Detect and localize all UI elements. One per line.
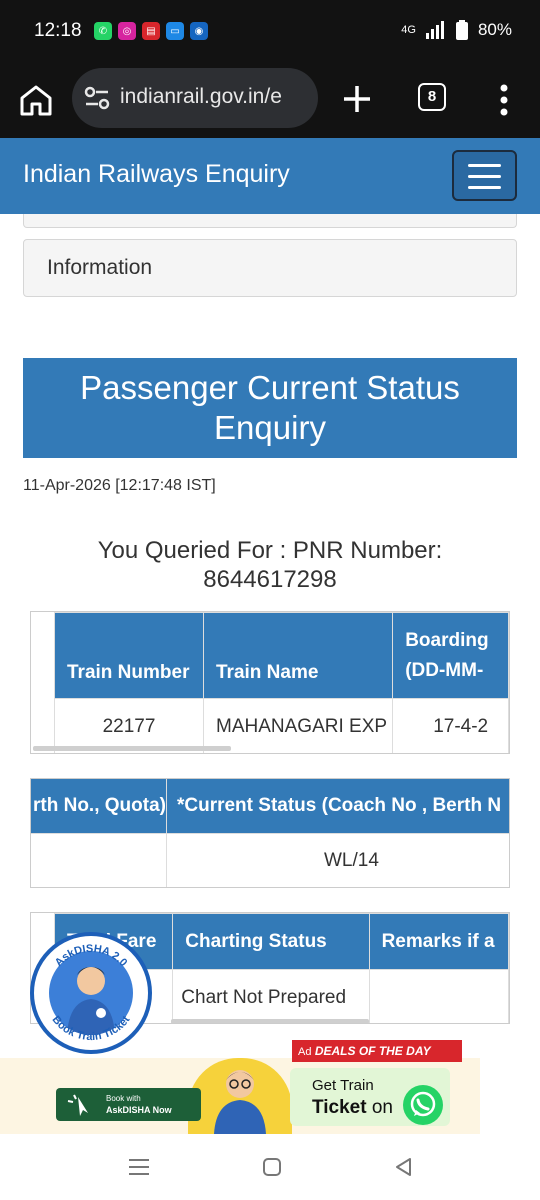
pnr-number: 8644617298 [203,566,337,593]
hamburger-line [468,164,501,167]
status-bar: 12:18 ✆ ◎ ▤ ▭ ◉ 4G 80% [0,0,540,62]
header-remarks: Remarks if a [368,913,509,970]
svg-text:AskDISHA 2.0: AskDISHA 2.0 [53,943,130,969]
header-booking-status: rth No., Quota) [31,779,167,834]
collapsed-panel [23,214,517,228]
home-nav-icon[interactable] [262,1157,282,1177]
network-label: 4G [401,24,416,36]
cell-remarks [368,969,509,1023]
header-boarding-date: Boarding (DD-MM- [392,612,509,699]
menu-toggle-button[interactable] [452,150,517,201]
askdisha-top-text: AskDISHA 2.0 [53,943,130,969]
whatsapp-icon [403,1085,443,1125]
cell-booking-status [31,833,167,887]
battery-level: 80% [477,20,512,39]
deals-label: DEALS OF THE DAY [314,1044,431,1058]
home-icon[interactable] [18,82,54,118]
get-line2-bold: Ticket [312,1097,367,1118]
site-brand[interactable]: Indian Railways Enquiry [23,160,290,189]
train-table[interactable]: Train Number Train Name Boarding (DD-MM-… [30,611,510,754]
deals-of-the-day-ribbon: Ad DEALS OF THE DAY [292,1040,462,1062]
page-title-line1: Passenger Current Status [80,369,460,406]
query-label: You Queried For : PNR Number: [97,537,443,564]
header-current-status: *Current Status (Coach No , Berth N [165,779,509,834]
recent-apps-icon[interactable] [128,1158,150,1176]
back-nav-icon[interactable] [394,1157,414,1177]
more-menu-icon[interactable] [494,80,514,120]
signal-icon [425,21,444,39]
cell-boarding-date: 17-4-2 [392,698,509,753]
header-boarding-line1: Boarding [405,629,489,651]
header-boarding-line2: (DD-MM- [405,659,484,681]
book-line1: Book with [106,1094,141,1103]
query-timestamp: 11-Apr-2026 [12:17:48 IST] [23,477,216,494]
tab-switcher-button[interactable]: 8 [418,83,446,111]
askdisha-bottom-text: Book Train Ticket [50,1014,133,1043]
information-panel[interactable]: Information [23,239,517,297]
site-settings-icon[interactable] [84,86,110,110]
table-row: WL/14 [31,833,509,887]
horizontal-scrollbar[interactable] [171,1019,369,1023]
cell-current-status: WL/14 [165,833,509,887]
url-text[interactable]: indianrail.gov.in/e [120,85,310,109]
information-label: Information [47,256,153,279]
page-title-line2: Enquiry [214,409,326,446]
system-navigation-bar [0,1134,540,1200]
ad-banner[interactable]: Book with AskDISHA Now Get Train Ticket … [0,1058,480,1134]
book-with-askdisha-button[interactable]: Book with AskDISHA Now [56,1088,201,1121]
status-table[interactable]: rth No., Quota) *Current Status (Coach N… [30,778,510,888]
askdisha-chatbot-button[interactable]: AskDISHA 2.0 Book Train Ticket [30,932,152,1054]
header-train-number: Train Number [54,612,204,699]
whatsapp-booking-button[interactable]: Get Train Ticket on [290,1068,450,1126]
cast-icon: ◉ [190,22,208,40]
svg-text:Book Train Ticket: Book Train Ticket [50,1014,133,1043]
query-heading: You Queried For : PNR Number: 8644617298 [0,536,540,594]
notification-icons: ✆ ◎ ▤ ▭ ◉ [94,22,208,40]
ad-mascot [188,1058,292,1134]
status-time: 12:18 [34,20,82,41]
book-line2: AskDISHA Now [106,1105,172,1115]
cell-charting-status: Chart Not Prepared [172,969,370,1023]
cursor-click-icon [67,1094,88,1116]
horizontal-scrollbar[interactable] [33,746,231,751]
whatsapp-icon: ✆ [94,22,112,40]
app-icon: ▭ [166,22,184,40]
cell-train-name: MAHANAGARI EXP [202,698,394,753]
browser-toolbar: indianrail.gov.in/e 8 [0,62,540,138]
ad-label: Ad [298,1046,312,1058]
get-line1: Get Train [312,1077,374,1094]
hamburger-line [468,186,501,189]
site-navbar: Indian Railways Enquiry [0,138,540,214]
page-title: Passenger Current Status Enquiry [23,358,517,458]
askdisha-ring-text: AskDISHA 2.0 Book Train Ticket [50,943,133,1043]
get-line2: Ticket on [312,1097,393,1119]
new-tab-icon[interactable] [340,82,374,116]
instagram-icon: ◎ [118,22,136,40]
battery-icon [455,20,468,40]
hamburger-line [468,175,501,178]
address-bar[interactable]: indianrail.gov.in/e [72,68,318,128]
mascot-figure-icon [214,1070,266,1134]
get-line2-rest: on [366,1097,393,1118]
header-train-name: Train Name [202,612,394,699]
news-icon: ▤ [142,22,160,40]
header-charting-status: Charting Status [172,913,370,970]
